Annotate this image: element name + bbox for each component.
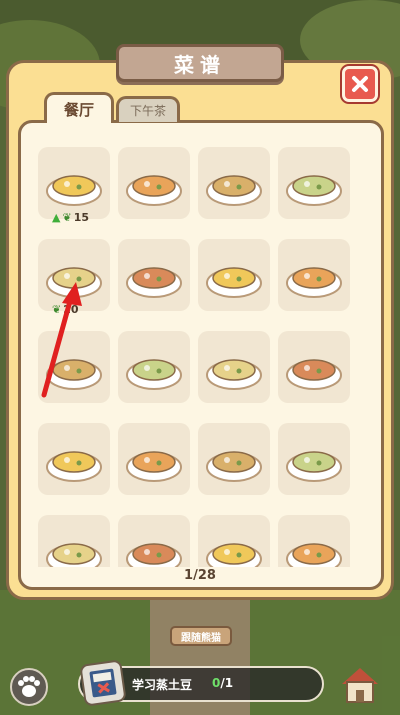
porridge-bowl-icon (286, 359, 342, 390)
recipe-slot[interactable] (118, 147, 190, 219)
house-icon (342, 668, 378, 703)
corn-soup-icon (46, 175, 102, 206)
cake-slice-icon (126, 543, 182, 567)
recipe-slot[interactable] (278, 331, 350, 403)
tab-restaurant[interactable]: 餐厅 (44, 92, 114, 123)
recipe-slot[interactable] (278, 423, 350, 495)
recipe-slot[interactable] (278, 147, 350, 219)
quest-progress-total: /1 (220, 676, 234, 690)
recipe-slot[interactable] (198, 239, 270, 311)
noodles-bowl-icon (46, 543, 102, 567)
dumplings-icon (206, 451, 262, 482)
recipe-slot[interactable] (38, 331, 110, 403)
tab-afternoon-tea[interactable]: 下午茶 (116, 96, 180, 122)
recipe-slot[interactable] (278, 515, 350, 567)
paw-icon (18, 676, 40, 697)
soup-pot-icon (46, 451, 102, 482)
paw-menu-button[interactable] (10, 668, 48, 706)
recipe-slot[interactable] (278, 239, 350, 311)
quest-progress: 0/1 (212, 676, 233, 690)
recipe-slot[interactable] (118, 423, 190, 495)
recipe-slot[interactable] (198, 147, 270, 219)
close-button[interactable] (342, 66, 378, 102)
egg-platter-icon (286, 175, 342, 206)
quest-text: 学习蒸土豆 (132, 678, 193, 692)
recipe-cost: ▲ ❦ 15 (52, 211, 89, 224)
recipe-slot[interactable] (38, 515, 110, 567)
sandwich-icon (126, 359, 182, 390)
panel-title: 菜谱 (116, 44, 284, 82)
upgrade-arrow-icon: ▲ (52, 211, 61, 224)
cat-bowl-stew-icon (126, 267, 182, 298)
house-button[interactable] (338, 664, 382, 706)
bamboo-icon: ❦ (62, 211, 72, 224)
close-icon (352, 76, 368, 92)
recipe-slot[interactable] (198, 423, 270, 495)
recipe-slot[interactable] (118, 239, 190, 311)
pudding-icon (286, 451, 342, 482)
potato-dish-icon (46, 267, 102, 298)
rice-ball-icon (126, 451, 182, 482)
grilled-meat-plate-icon (206, 267, 262, 298)
recipe-slot[interactable] (38, 423, 110, 495)
curry-plate-icon (206, 359, 262, 390)
recipe-slot[interactable] (38, 147, 110, 219)
recipe-slot[interactable] (198, 515, 270, 567)
recipe-slot[interactable] (118, 515, 190, 567)
recipe-slot[interactable] (198, 331, 270, 403)
follow-panda-button[interactable]: 跟随熊猫 (170, 626, 232, 646)
skewers-icon (126, 175, 182, 206)
quest-book-icon (79, 659, 127, 707)
bamboo-icon: ❦ (52, 303, 62, 316)
page-indicator: 1/28 (184, 568, 216, 583)
recipe-cost-value: 15 (73, 211, 89, 224)
fried-food-icon (46, 359, 102, 390)
recipe-cost-value: 20 (63, 303, 79, 316)
recipe-slot[interactable] (118, 331, 190, 403)
recipe-grid: ▲ ❦ 15 ❦ 20 (38, 147, 358, 567)
mixed-platter-icon (286, 267, 342, 298)
recipe-cost: ❦ 20 (52, 303, 79, 316)
recipe-slot[interactable] (38, 239, 110, 311)
blueberry-dessert-icon (286, 543, 342, 567)
tofu-plate-icon (206, 543, 262, 567)
noodle-soup-bowl-icon (206, 175, 262, 206)
